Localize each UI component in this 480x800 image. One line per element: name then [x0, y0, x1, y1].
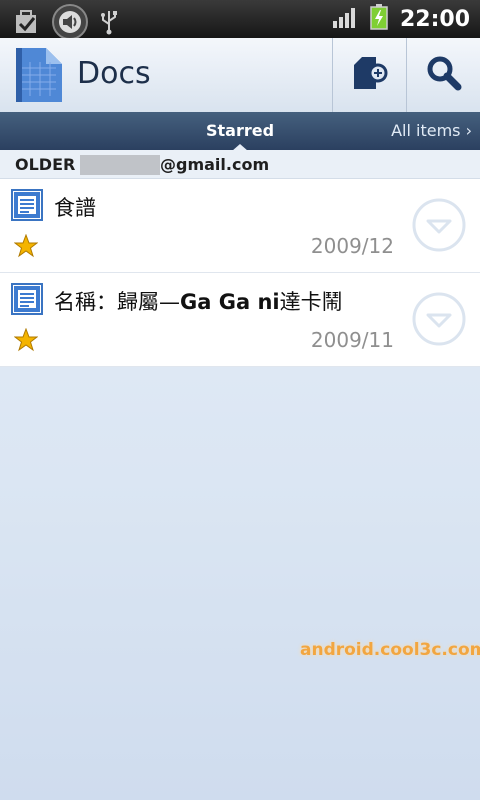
clock: 22:00	[399, 6, 470, 32]
tab-all-items[interactable]: All items ›	[391, 121, 472, 140]
section-header: OLDER - @gmail.com	[0, 150, 480, 179]
section-label: OLDER -	[15, 155, 88, 174]
document-title-suffix: 達卡鬧	[279, 290, 343, 314]
chevron-down-icon[interactable]	[411, 197, 467, 253]
document-title-bold: Ga Ga ni	[180, 290, 280, 314]
star-icon[interactable]	[13, 327, 39, 352]
document-title: 名稱：歸屬—Ga Ga ni達卡鬧	[54, 286, 343, 316]
section-email-domain: @gmail.com	[160, 155, 270, 174]
new-document-button[interactable]	[332, 38, 406, 112]
new-document-icon	[352, 55, 388, 95]
document-date: 2009/11	[310, 328, 394, 352]
document-title: 食譜	[54, 196, 96, 220]
document-row[interactable]: 食譜 2009/12	[0, 179, 480, 273]
search-icon	[426, 55, 462, 95]
document-date: 2009/12	[310, 234, 394, 258]
status-bar: 22:00	[0, 0, 480, 40]
status-bar-system: 22:00	[332, 4, 470, 34]
chevron-down-icon[interactable]	[411, 291, 467, 347]
signal-icon	[332, 5, 358, 33]
search-button[interactable]	[406, 38, 480, 112]
redacted-email-mask	[80, 155, 160, 175]
document-row[interactable]: 名稱：歸屬—Ga Ga ni達卡鬧 2009/11	[0, 273, 480, 367]
docs-app-icon[interactable]	[12, 46, 64, 104]
tab-bar: Starred All items ›	[0, 112, 480, 151]
document-icon	[11, 283, 43, 315]
app-title: Docs	[77, 56, 151, 91]
star-icon[interactable]	[13, 233, 39, 258]
document-title-prefix: 名稱：歸屬—	[54, 290, 180, 314]
task-check-icon	[14, 9, 40, 39]
usb-icon	[100, 9, 118, 39]
watermark: android.cool3c.com	[300, 640, 480, 660]
document-icon	[11, 189, 43, 221]
battery-charging-icon	[370, 4, 388, 34]
action-bar: Docs	[0, 38, 480, 113]
